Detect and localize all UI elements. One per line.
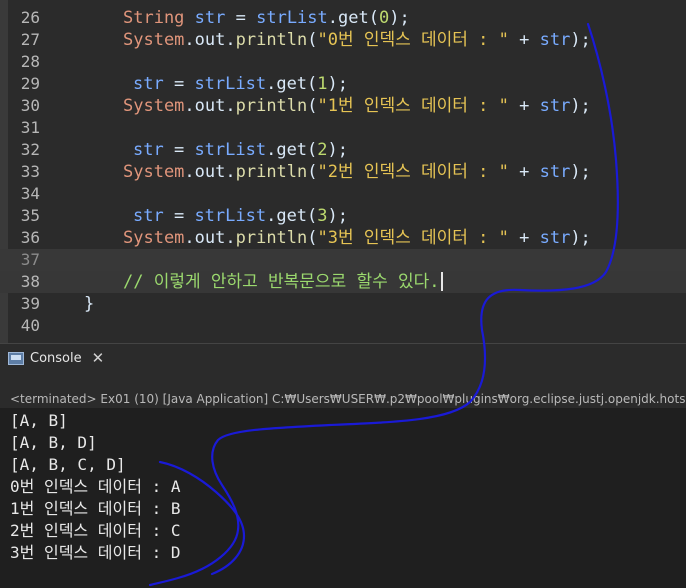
line-number: 30: [20, 96, 40, 115]
code-line-28[interactable]: 28: [0, 51, 686, 73]
code-comment: // 이렇게 안하고 반복문으로 할수 있다.: [123, 272, 440, 292]
code-line-30[interactable]: 30 System.out.println("1번 인덱스 데이터 : " + …: [0, 95, 686, 117]
console-icon: [8, 351, 24, 365]
console-toolbar: [0, 372, 686, 388]
code-line-27[interactable]: 27 System.out.println("0번 인덱스 데이터 : " + …: [0, 29, 686, 51]
code-line-39[interactable]: 39 }: [0, 293, 686, 315]
code-line-37[interactable]: 37: [0, 249, 686, 271]
console-output-line: 2번 인덱스 데이터 : C: [10, 521, 181, 540]
line-number: 34: [20, 184, 40, 203]
line-number: 38: [20, 272, 40, 291]
console-output-line: 1번 인덱스 데이터 : B: [10, 499, 181, 518]
console-tab-label: Console: [30, 350, 82, 366]
line-number: 31: [20, 118, 40, 137]
line-number: 33: [20, 162, 40, 181]
console-output-line: [A, B, D]: [10, 433, 97, 452]
code-line-26[interactable]: 26 String str = strList.get(0);: [0, 7, 686, 29]
code-line-40[interactable]: 40: [0, 315, 686, 337]
code-line-34[interactable]: 34: [0, 183, 686, 205]
line-number: 28: [20, 52, 40, 71]
code-line-31[interactable]: 31: [0, 117, 686, 139]
code-line-38[interactable]: 38 // 이렇게 안하고 반복문으로 할수 있다.: [0, 271, 686, 293]
code-line-32[interactable]: 32 str = strList.get(2);: [0, 139, 686, 161]
line-number: 29: [20, 74, 40, 93]
terminated-label: <terminated> Ex01 (10) [Java Application…: [10, 392, 686, 406]
console-tab-bar: Console ✕: [0, 344, 686, 372]
line-number: 37: [20, 250, 40, 269]
line-number: 40: [20, 316, 40, 335]
code-line-35[interactable]: 35 str = strList.get(3);: [0, 205, 686, 227]
line-number: 26: [20, 8, 40, 27]
terminated-status-line: <terminated> Ex01 (10) [Java Application…: [0, 388, 686, 408]
code-editor[interactable]: 26 String str = strList.get(0); 27 Syste…: [0, 0, 686, 343]
console-output-line: 0번 인덱스 데이터 : A: [10, 477, 181, 496]
code-line-33[interactable]: 33 System.out.println("2번 인덱스 데이터 : " + …: [0, 161, 686, 183]
line-number: 39: [20, 294, 40, 313]
console-output[interactable]: [A, B] [A, B, D] [A, B, C, D] 0번 인덱스 데이터…: [0, 408, 686, 588]
console-output-line: [A, B]: [10, 411, 68, 430]
code-line-36[interactable]: 36 System.out.println("3번 인덱스 데이터 : " + …: [0, 227, 686, 249]
tab-console[interactable]: Console ✕: [8, 346, 104, 370]
console-output-line: [A, B, C, D]: [10, 455, 126, 474]
line-number: 32: [20, 140, 40, 159]
code-line-29[interactable]: 29 str = strList.get(1);: [0, 73, 686, 95]
text-cursor: [441, 272, 444, 291]
line-number: 35: [20, 206, 40, 225]
console-output-line: 3번 인덱스 데이터 : D: [10, 543, 181, 562]
line-number: 36: [20, 228, 40, 247]
line-number: 27: [20, 30, 40, 49]
close-icon[interactable]: ✕: [92, 349, 105, 367]
